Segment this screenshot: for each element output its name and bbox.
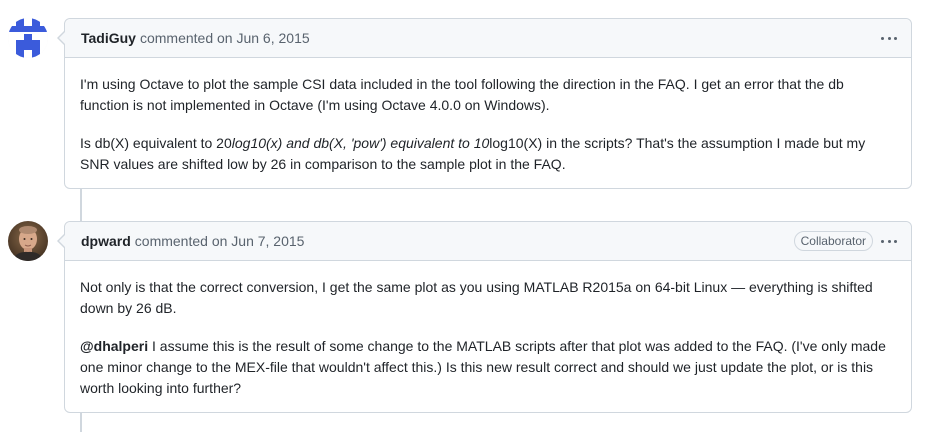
comment-author[interactable]: dpward: [81, 233, 131, 249]
comment-card: TadiGuy commented on Jun 6, 2015 I'm usi…: [57, 18, 912, 190]
identicon-avatar-icon: [8, 18, 48, 58]
avatar[interactable]: [8, 221, 48, 261]
comment-paragraph: Not only is that the correct conversion,…: [80, 279, 873, 316]
comment-header: TadiGuy commented on Jun 6, 2015: [65, 19, 911, 58]
kebab-menu-icon[interactable]: [881, 30, 897, 46]
photo-avatar-icon: [8, 221, 48, 261]
user-mention-link[interactable]: @dhalperi: [80, 338, 148, 354]
text-segment: I assume this is the result of some chan…: [80, 338, 886, 396]
comment-body: Not only is that the correct conversion,…: [65, 261, 911, 414]
comment-timestamp[interactable]: commented on Jun 6, 2015: [140, 30, 310, 46]
collaborator-badge: Collaborator: [793, 231, 873, 251]
kebab-menu-icon[interactable]: [881, 233, 897, 249]
comment-card: dpward commented on Jun 7, 2015 Collabor…: [57, 221, 912, 414]
avatar[interactable]: [8, 18, 48, 58]
comment-paragraph: Is db(X) equivalent to 20log10(x) and db…: [80, 133, 896, 175]
timeline-connector: [80, 189, 82, 221]
timeline-connector: [80, 412, 82, 432]
comment-paragraph: I'm using Octave to plot the sample CSI …: [80, 76, 844, 113]
comment-header: dpward commented on Jun 7, 2015 Collabor…: [65, 222, 911, 261]
comment-paragraph: @dhalperi I assume this is the result of…: [80, 336, 896, 399]
italic-segment: log10(x) and db(X, 'pow') equivalent to …: [231, 135, 490, 151]
text-segment: Is db(X) equivalent to 20: [80, 135, 232, 151]
comment-timestamp[interactable]: commented on Jun 7, 2015: [135, 233, 305, 249]
comment-author[interactable]: TadiGuy: [81, 30, 136, 46]
comment-body: I'm using Octave to plot the sample CSI …: [65, 58, 911, 190]
